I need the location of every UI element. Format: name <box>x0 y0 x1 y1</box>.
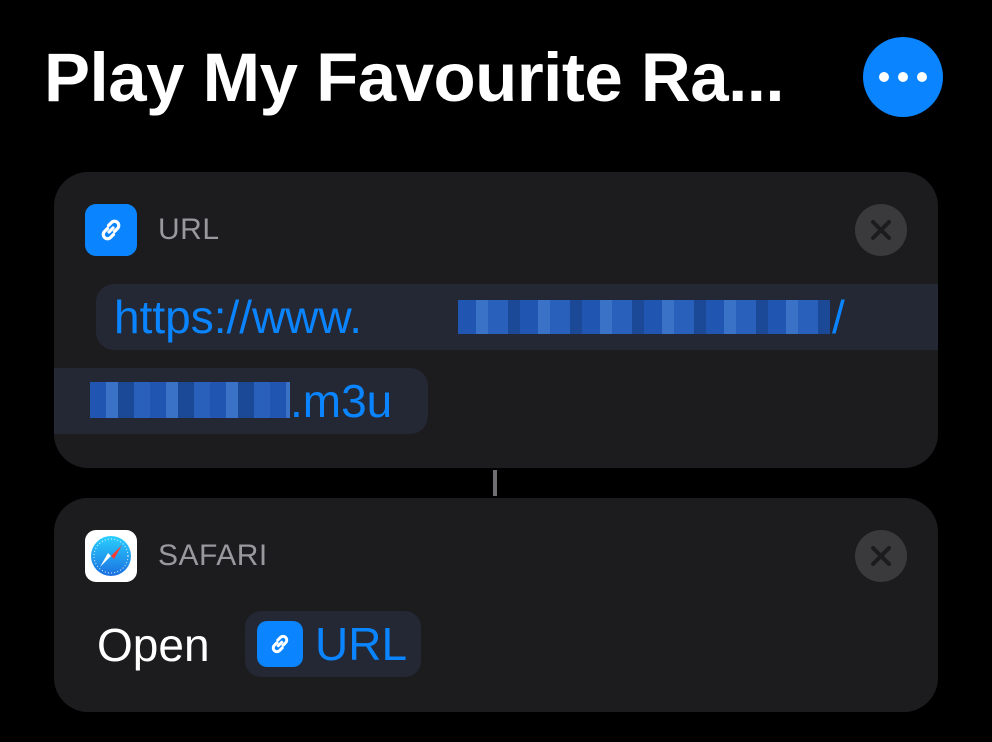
url-field-line-2[interactable]: .m3u <box>54 368 428 434</box>
action-connector <box>493 470 497 496</box>
ellipsis-dot <box>917 72 927 82</box>
url-text-extension: .m3u <box>290 375 393 427</box>
more-options-button[interactable] <box>863 37 943 117</box>
safari-action-header: SAFARI <box>85 530 268 582</box>
page-title: Play My Favourite Ra... <box>44 39 785 116</box>
remove-action-button[interactable] <box>855 204 907 256</box>
redacted-path <box>90 382 290 418</box>
variable-label: URL <box>315 618 408 670</box>
action-title: URL <box>158 213 220 246</box>
safari-action-card[interactable]: SAFARI Open URL <box>54 498 938 712</box>
ellipsis-dot <box>898 72 908 82</box>
url-action-header: URL <box>85 204 220 256</box>
url-field-line-1[interactable]: https://www. / <box>96 284 938 350</box>
shortcut-editor: Play My Favourite Ra... URL https://www.… <box>0 0 992 742</box>
link-icon <box>85 204 137 256</box>
url-variable-token[interactable]: URL <box>245 611 422 677</box>
url-action-card[interactable]: URL https://www. / .m3u <box>54 172 938 468</box>
close-icon <box>871 220 891 240</box>
redacted-domain <box>458 300 830 334</box>
ellipsis-dot <box>879 72 889 82</box>
url-text-slash: / <box>832 291 845 343</box>
link-icon <box>257 621 303 667</box>
remove-action-button[interactable] <box>855 530 907 582</box>
safari-compass-icon <box>85 530 137 582</box>
url-text-prefix: https://www. <box>114 291 362 343</box>
open-verb-label: Open <box>97 619 210 671</box>
close-icon <box>871 546 891 566</box>
action-title: SAFARI <box>158 539 268 572</box>
